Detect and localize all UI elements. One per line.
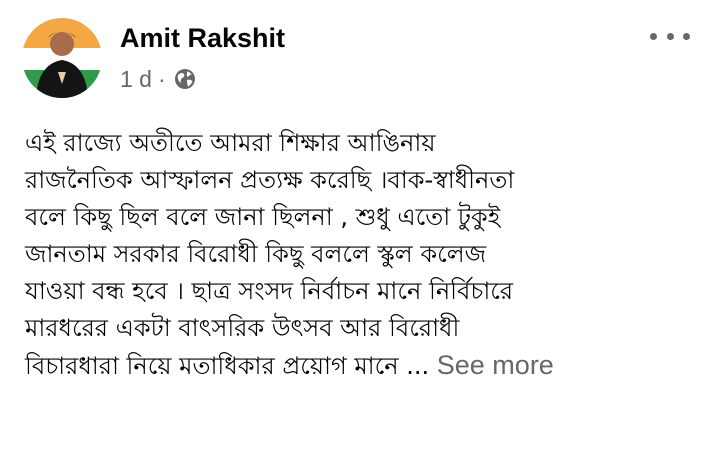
post-text-truncated: বিচারধারা নিয়ে মতাধিকার প্রয়োগ মানে ..… <box>25 352 430 380</box>
more-options-icon <box>666 32 674 40</box>
facebook-post: Amit Rakshit 1 d · এই রাজ্যে অতীতে আমরা … <box>0 0 720 460</box>
post-text-line: জানতাম সরকার বিরোধী কিছু বললে স্কুল কলেজ <box>25 240 487 268</box>
post-text-line: এই রাজ্যে অতীতে আমরা শিক্ষার আঙিনায় <box>25 129 436 157</box>
post-text-line: যাওয়া বন্ধ হবে । ছাত্র সংসদ নির্বাচন মা… <box>25 277 514 305</box>
author-avatar[interactable] <box>22 18 102 98</box>
more-options-button[interactable] <box>650 24 690 48</box>
see-more-link[interactable]: See more <box>437 350 554 380</box>
avatar-image <box>22 18 102 98</box>
post-text-line: বলে কিছু ছিল বলে জানা ছিলনা , শুধু এতো ট… <box>25 203 501 231</box>
meta-separator: · <box>157 65 166 92</box>
author-name[interactable]: Amit Rakshit <box>120 20 285 56</box>
post-header: Amit Rakshit 1 d · <box>22 18 698 100</box>
post-text-line-last: বিচারধারা নিয়ে মতাধিকার প্রয়োগ মানে ..… <box>25 347 705 384</box>
post-body: এই রাজ্যে অতীতে আমরা শিক্ষার আঙিনায় রাজ… <box>25 125 705 384</box>
post-text-line: রাজনৈতিক আস্ফালন প্রত্যক্ষ করেছি ।বাক-স্… <box>25 166 515 194</box>
post-text-line: মারধরের একটা বাৎসরিক উৎসব আর বিরোধী <box>25 314 460 342</box>
more-options-icon <box>650 32 657 40</box>
post-timestamp[interactable]: 1 d <box>120 66 152 93</box>
post-meta: 1 d · <box>120 64 196 94</box>
more-options-icon <box>683 32 690 40</box>
globe-icon <box>174 68 196 90</box>
